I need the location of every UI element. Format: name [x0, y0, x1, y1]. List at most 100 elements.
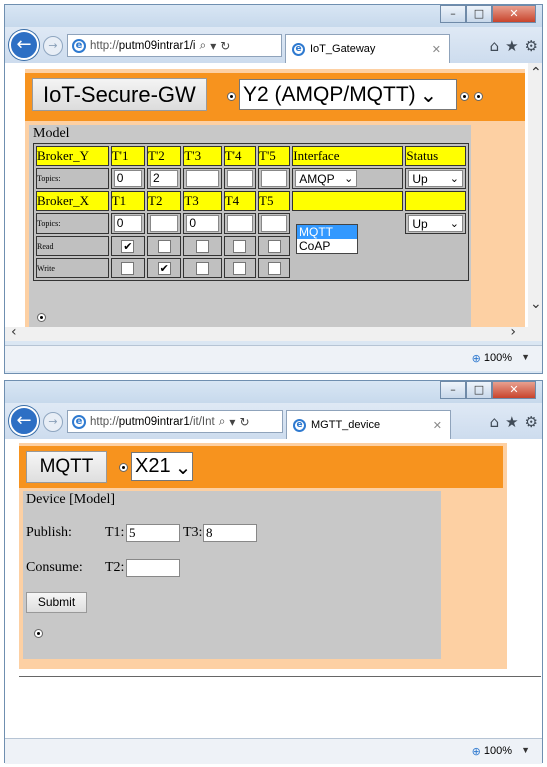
browser-window-mqtt-device: – □ ✕ ← → e http://putm09intrar1/it/Int … [4, 380, 543, 764]
scroll-left-icon[interactable]: ‹ [11, 324, 17, 340]
topic-input[interactable]: 0 [113, 170, 143, 187]
submit-button[interactable]: Submit [26, 592, 87, 613]
read-checkbox[interactable] [267, 239, 281, 253]
interface-cell [292, 191, 404, 211]
read-label: Read [36, 236, 109, 256]
maximize-icon[interactable]: □ [466, 381, 492, 399]
radio-button[interactable] [34, 629, 43, 638]
page-content: IoT-Secure-GW Y2 (AMQP/MQTT) ⌄ Model Brok… [5, 63, 542, 333]
close-icon[interactable]: ✕ [492, 381, 536, 399]
mqtt-button[interactable]: MQTT [26, 451, 107, 483]
radio-button[interactable] [227, 92, 236, 101]
address-bar[interactable]: e http://putm09intrar1/it/Int ⌕ ▾ ↻ [67, 410, 283, 433]
topic-input[interactable] [261, 215, 288, 232]
dropdown-arrow-icon[interactable]: ▾ [210, 39, 216, 53]
radio-button[interactable] [474, 92, 483, 101]
back-arrow-icon[interactable]: ← [9, 30, 39, 60]
horizontal-scrollbar[interactable]: ‹ › [5, 324, 542, 341]
write-checkbox[interactable]: ✔ [157, 261, 171, 275]
gateway-button[interactable]: IoT-Secure-GW [32, 78, 207, 111]
status-select[interactable]: Up ⌄ [408, 170, 463, 187]
star-icon[interactable]: ★ [505, 413, 518, 431]
model-title: Model [33, 126, 70, 141]
close-tab-icon[interactable]: ✕ [432, 43, 441, 56]
refresh-icon[interactable]: ↻ [220, 39, 230, 53]
write-checkbox[interactable] [121, 261, 135, 275]
address-bar[interactable]: e http://putm09intrar1/i ⌕ ▾ ↻ [67, 34, 282, 57]
dropdown-arrow-icon[interactable]: ▾ [229, 415, 235, 429]
close-icon[interactable]: ✕ [492, 5, 536, 23]
gateway-select[interactable]: Y2 (AMQP/MQTT) ⌄ [239, 79, 457, 110]
home-icon[interactable]: ⌂ [490, 37, 500, 55]
topic-header: T'4 [223, 146, 256, 166]
write-checkbox[interactable] [267, 261, 281, 275]
topic-input[interactable]: 0 [113, 215, 143, 232]
dropdown-arrow-icon[interactable]: ▼ [521, 352, 530, 362]
interface-select[interactable]: AMQP ⌄ [295, 170, 358, 187]
zoom-level[interactable]: ⊕ 100% [472, 352, 512, 365]
tab-mgtt-device[interactable]: e MGTT_device ✕ [286, 410, 451, 439]
device-title: Device [Model] [26, 492, 116, 507]
topic-input[interactable] [226, 215, 253, 232]
chevron-down-icon: ⌄ [344, 172, 354, 185]
broker-y-label: Broker_Y [36, 146, 109, 166]
t3-label: T3: [183, 525, 203, 540]
search-icon[interactable]: ⌕ [219, 414, 226, 429]
t2-input[interactable] [126, 559, 180, 577]
topic-input[interactable] [150, 215, 179, 232]
vertical-scrollbar[interactable]: ⌃ ⌄ [528, 63, 542, 327]
dropdown-option-coap[interactable]: CoAP [297, 239, 357, 253]
ie-icon: e [72, 38, 86, 53]
t3-input[interactable]: 8 [203, 524, 257, 542]
status-select[interactable]: Up ⌄ [408, 215, 463, 232]
status-header: Status [405, 146, 466, 166]
publish-label: Publish: [26, 525, 72, 540]
broker-y-header-row: Broker_Y T'1 T'2 T'3 T'4 T'5 Interface S… [36, 146, 466, 166]
minimize-icon[interactable]: – [440, 5, 466, 23]
star-icon[interactable]: ★ [505, 37, 518, 55]
zoom-level[interactable]: ⊕ 100% [472, 745, 512, 758]
search-icon[interactable]: ⌕ [200, 38, 207, 53]
topic-input[interactable] [186, 170, 219, 187]
maximize-icon[interactable]: □ [466, 5, 492, 23]
scroll-right-icon[interactable]: › [510, 324, 516, 340]
forward-arrow-icon[interactable]: → [43, 36, 63, 56]
zoom-icon: ⊕ [471, 352, 481, 365]
back-arrow-icon[interactable]: ← [9, 406, 39, 436]
read-checkbox[interactable] [157, 239, 171, 253]
topic-input[interactable]: 0 [186, 215, 219, 232]
refresh-icon[interactable]: ↻ [239, 415, 249, 429]
chevron-down-icon: ⌄ [419, 82, 438, 107]
forward-arrow-icon[interactable]: → [43, 412, 63, 432]
minimize-icon[interactable]: – [440, 381, 466, 399]
nav-bar: ← → e http://putm09intrar1/i ⌕ ▾ ↻ e IoT… [5, 27, 542, 63]
gear-icon[interactable]: ⚙ [525, 413, 538, 431]
tab-title: IoT_Gateway [310, 43, 376, 55]
home-icon[interactable]: ⌂ [490, 413, 500, 431]
tab-iot-gateway[interactable]: e IoT_Gateway ✕ [285, 34, 450, 63]
write-checkbox[interactable] [196, 261, 210, 275]
scroll-down-icon[interactable]: ⌄ [530, 296, 542, 312]
radio-button[interactable] [37, 313, 46, 322]
scroll-up-icon[interactable]: ⌃ [530, 65, 542, 81]
read-checkbox[interactable] [196, 239, 210, 253]
read-checkbox[interactable]: ✔ [121, 239, 135, 253]
device-panel [23, 491, 441, 659]
read-checkbox[interactable] [233, 239, 247, 253]
t1-input[interactable]: 5 [126, 524, 180, 542]
interface-header: Interface [292, 146, 404, 166]
topic-input[interactable] [261, 170, 288, 187]
gear-icon[interactable]: ⚙ [525, 37, 538, 55]
status-bar: ⊕ 100% ▼ [5, 345, 542, 371]
topic-input[interactable] [226, 170, 253, 187]
broker-x-topics-row: Topics: 0 0 Up ⌄ [36, 213, 466, 278]
close-tab-icon[interactable]: ✕ [433, 419, 442, 432]
write-checkbox[interactable] [233, 261, 247, 275]
radio-button[interactable] [460, 92, 469, 101]
dropdown-option-mqtt[interactable]: MQTT [297, 225, 357, 239]
topic-input[interactable]: 2 [150, 170, 179, 187]
dropdown-arrow-icon[interactable]: ▼ [521, 745, 530, 755]
t1-label: T1: [105, 525, 125, 540]
device-select[interactable]: X21 ⌄ [131, 452, 193, 481]
radio-button[interactable] [119, 463, 128, 472]
